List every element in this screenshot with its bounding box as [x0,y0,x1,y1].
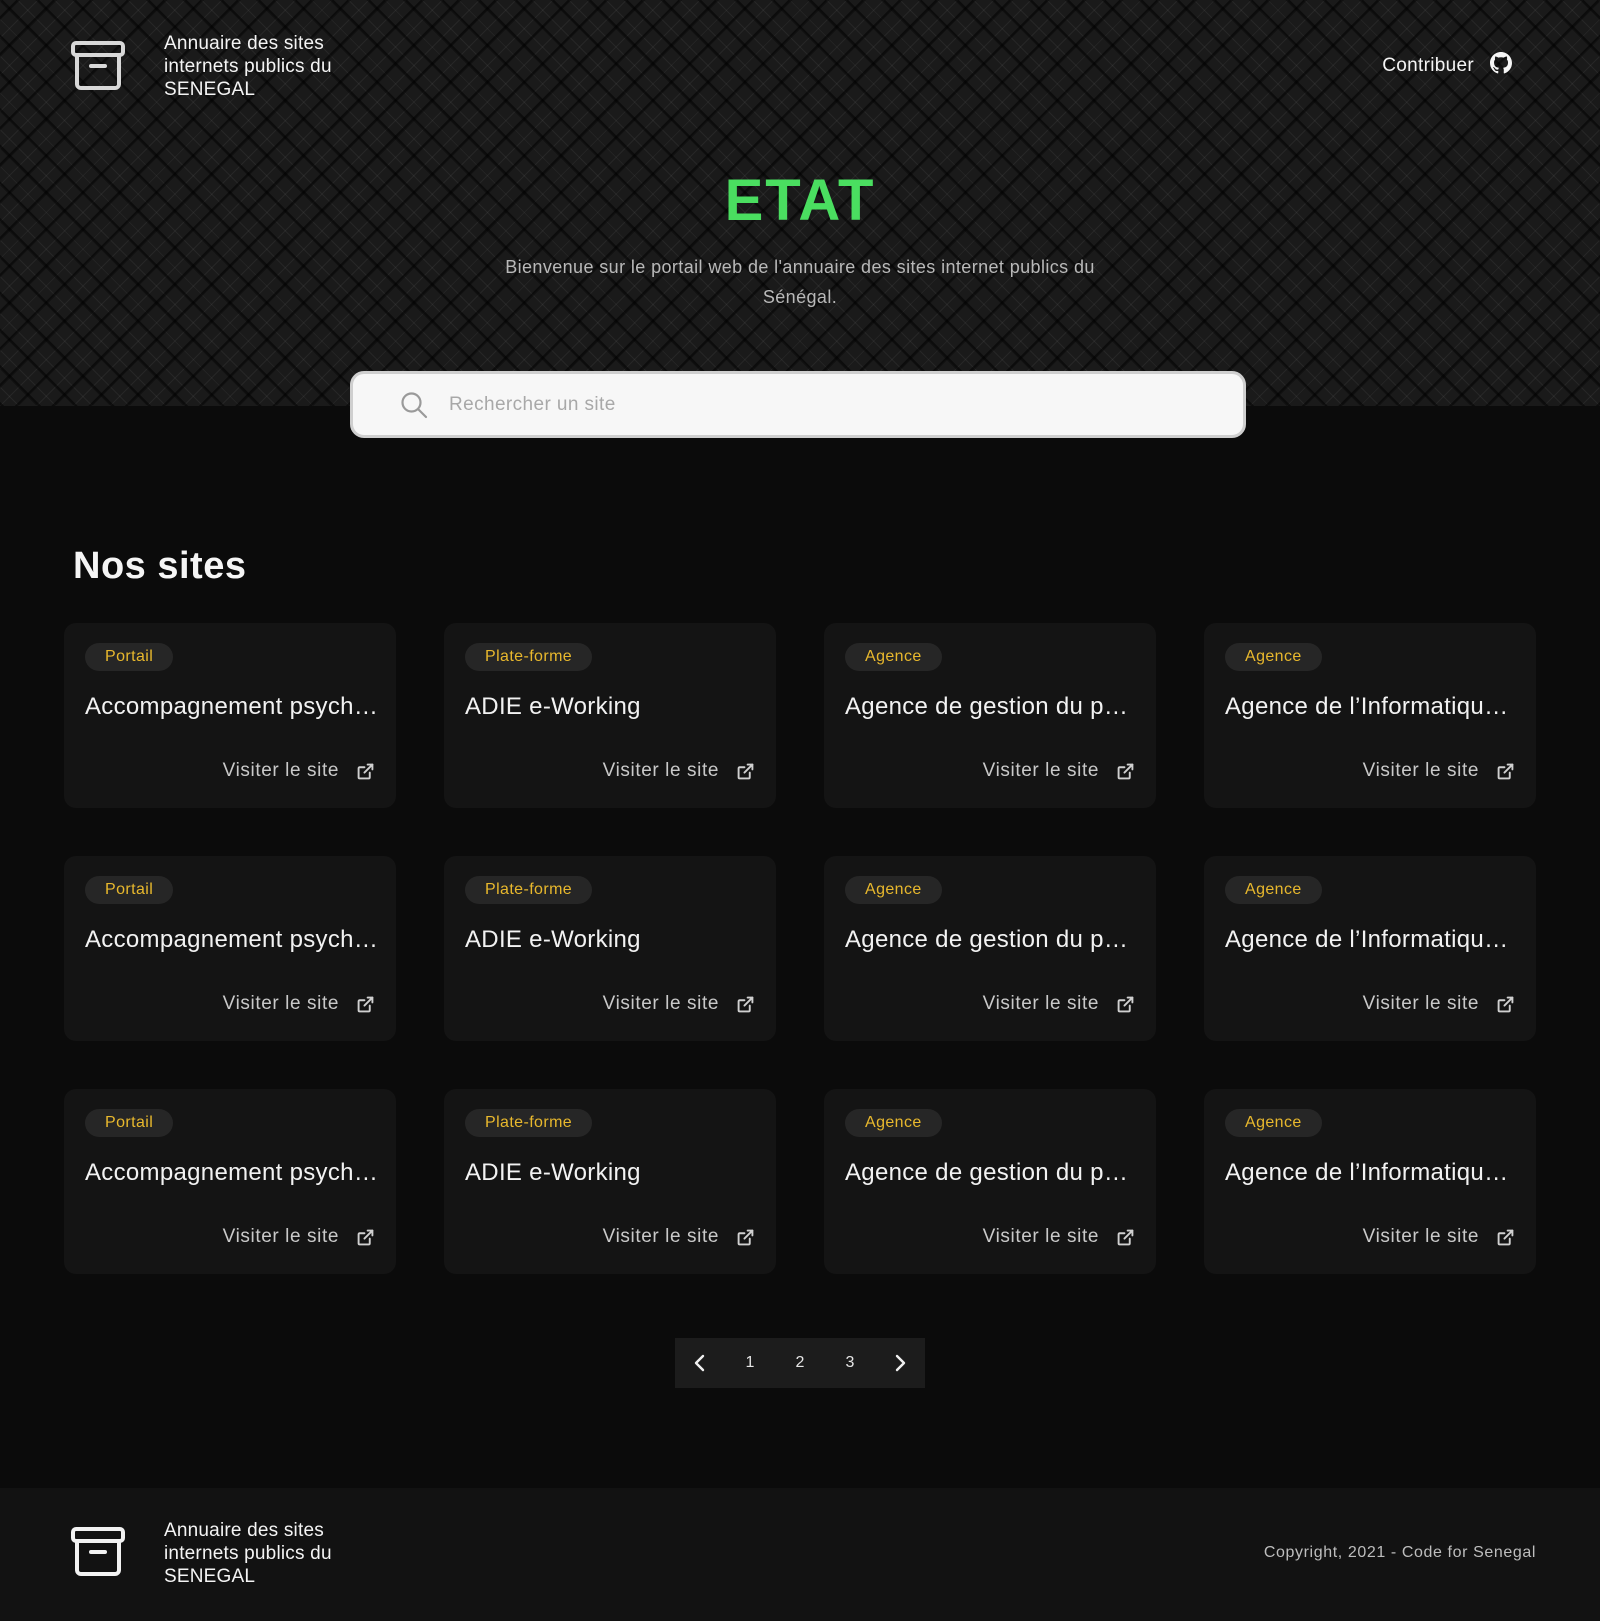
visit-site-label: Visiter le site [222,760,339,781]
category-tag: Plate-forme [465,876,593,904]
search-bar[interactable] [350,371,1246,438]
external-link-icon [357,996,374,1013]
chevron-right-icon[interactable] [880,1343,920,1383]
category-tag: Agence [845,876,942,904]
site-name: Agence de gestion du patrimoine [845,926,1141,953]
category-tag: Portail [85,876,174,904]
external-link-icon [357,1229,374,1246]
visit-site-link[interactable]: Visiter le site [603,759,754,783]
visit-site-link[interactable]: Visiter le site [1363,1225,1514,1249]
pagination: 1 2 3 [675,1338,925,1388]
visit-site-label: Visiter le site [602,993,719,1014]
search-icon [399,390,429,420]
page-2-button[interactable]: 2 [780,1343,820,1383]
site-card[interactable]: Agence Agence de gestion du patrimoine Vis… [824,856,1156,1041]
footer-site-title: Annuaire des sites internets publics du … [164,1520,332,1587]
visit-site-label: Visiter le site [222,993,339,1014]
visit-site-link[interactable]: Visiter le site [1363,759,1514,783]
visit-site-label: Visiter le site [1362,760,1479,781]
category-tag: Agence [1225,1109,1322,1137]
visit-site-link[interactable]: Visiter le site [223,992,374,1016]
category-tag: Portail [85,643,174,671]
site-card[interactable]: Plate-forme ADIE e-Working Visiter le site [444,623,776,808]
page-1-button[interactable]: 1 [730,1343,770,1383]
external-link-icon [1117,763,1134,780]
site-card[interactable]: Agence Agence de l’Informatique de l’Etat… [1204,856,1536,1041]
external-link-icon [737,996,754,1013]
category-tag: Agence [1225,876,1322,904]
hero-subtitle: Bienvenue sur le portail web de l'annuai… [505,257,1095,307]
visit-site-label: Visiter le site [602,1226,719,1247]
category-tag: Agence [1225,643,1322,671]
site-card[interactable]: Agence Agence de gestion du patrimoine Vis… [824,623,1156,808]
sites-grid: Portail Accompagnement psychologique Visit… [64,623,1536,1274]
visit-site-label: Visiter le site [602,760,719,781]
site-card[interactable]: Portail Accompagnement psychologique Visit… [64,1089,396,1274]
visit-site-label: Visiter le site [982,993,1099,1014]
archive-box-icon [70,1526,126,1578]
visit-site-link[interactable]: Visiter le site [223,1225,374,1249]
site-card[interactable]: Agence Agence de l’Informatique de l’Etat… [1204,1089,1536,1274]
page-title: ETAT [724,168,876,233]
site-name: Accompagnement psychologique [85,693,381,720]
contribute-label: Contribuer [1382,55,1474,76]
site-name: ADIE e-Working [465,926,641,953]
section-title: Nos sites [73,545,247,587]
site-name: ADIE e-Working [465,693,641,720]
external-link-icon [357,763,374,780]
visit-site-link[interactable]: Visiter le site [983,759,1134,783]
site-name: Agence de l’Informatique de l’Etat [1225,693,1521,720]
category-tag: Agence [845,643,942,671]
external-link-icon [1497,1229,1514,1246]
site-title[interactable]: Annuaire des sites internets publics du … [164,32,394,101]
contribute-link[interactable]: Contribuer [1382,52,1512,80]
site-name: Accompagnement psychologique [85,926,381,953]
site-name: Accompagnement psychologique [85,1159,381,1186]
site-name: ADIE e-Working [465,1159,641,1186]
visit-site-link[interactable]: Visiter le site [603,992,754,1016]
external-link-icon [1117,1229,1134,1246]
page-3-button[interactable]: 3 [830,1343,870,1383]
site-card[interactable]: Plate-forme ADIE e-Working Visiter le site [444,856,776,1041]
visit-site-link[interactable]: Visiter le site [603,1225,754,1249]
external-link-icon [1117,996,1134,1013]
archive-box-icon[interactable] [70,40,126,92]
visit-site-label: Visiter le site [1362,1226,1479,1247]
visit-site-link[interactable]: Visiter le site [983,1225,1134,1249]
category-tag: Agence [845,1109,942,1137]
visit-site-label: Visiter le site [982,760,1099,781]
site-card[interactable]: Portail Accompagnement psychologique Visit… [64,856,396,1041]
external-link-icon [1497,763,1514,780]
copyright-text: Copyright, 2021 - Code for Senegal [1263,1544,1536,1561]
visit-site-label: Visiter le site [982,1226,1099,1247]
github-icon [1490,52,1512,80]
footer: Annuaire des sites internets publics du … [0,1488,1600,1621]
external-link-icon [1497,996,1514,1013]
visit-site-label: Visiter le site [222,1226,339,1247]
chevron-left-icon[interactable] [680,1343,720,1383]
visit-site-label: Visiter le site [1362,993,1479,1014]
search-input[interactable] [447,383,1211,426]
site-card[interactable]: Portail Accompagnement psychologique Visit… [64,623,396,808]
visit-site-link[interactable]: Visiter le site [1363,992,1514,1016]
category-tag: Portail [85,1109,174,1137]
site-name: Agence de l’Informatique de l’Etat [1225,1159,1521,1186]
visit-site-link[interactable]: Visiter le site [983,992,1134,1016]
site-name: Agence de gestion du patrimoine [845,1159,1141,1186]
category-tag: Plate-forme [465,643,593,671]
external-link-icon [737,1229,754,1246]
site-name: Agence de l’Informatique de l’Etat [1225,926,1521,953]
category-tag: Plate-forme [465,1109,593,1137]
site-name: Agence de gestion du patrimoine [845,693,1141,720]
site-card[interactable]: Plate-forme ADIE e-Working Visiter le site [444,1089,776,1274]
external-link-icon [737,763,754,780]
site-card[interactable]: Agence Agence de gestion du patrimoine Vis… [824,1089,1156,1274]
site-card[interactable]: Agence Agence de l’Informatique de l’Etat… [1204,623,1536,808]
visit-site-link[interactable]: Visiter le site [223,759,374,783]
